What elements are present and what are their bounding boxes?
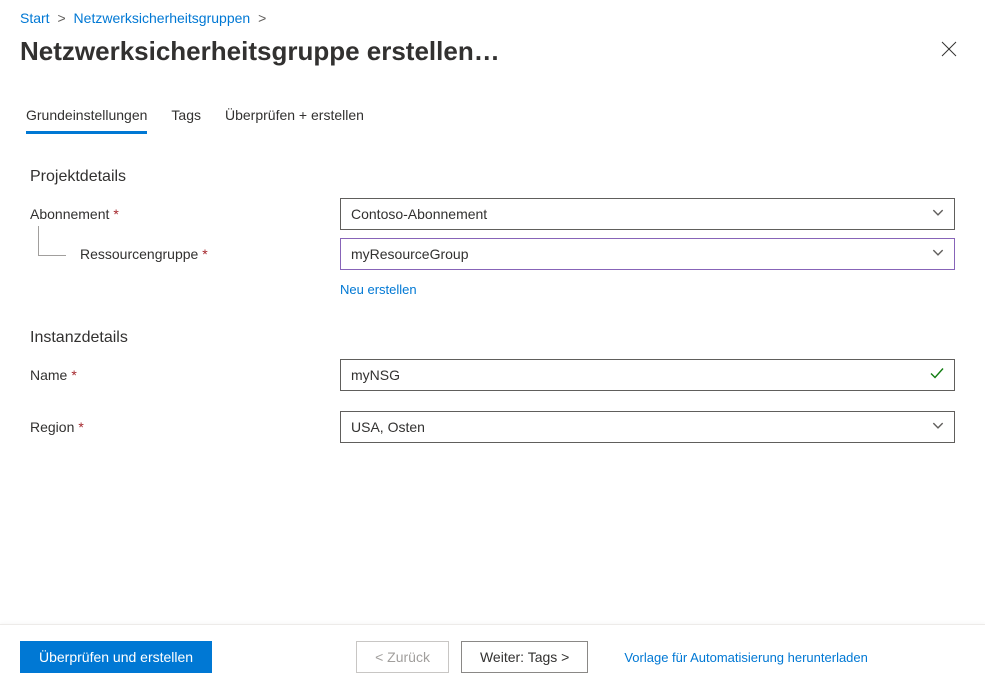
resource-group-select[interactable]: myResourceGroup: [340, 238, 955, 270]
tabs: Grundeinstellungen Tags Überprüfen + ers…: [0, 87, 985, 134]
breadcrumb-nsg[interactable]: Netzwerksicherheitsgruppen: [74, 10, 251, 26]
breadcrumb-sep: >: [258, 10, 266, 26]
required-marker: *: [113, 206, 118, 222]
section-project-title: Projektdetails: [30, 168, 955, 186]
back-button[interactable]: < Zurück: [356, 641, 449, 673]
download-template-link[interactable]: Vorlage für Automatisierung herunterlade…: [624, 650, 868, 665]
page-title: Netzwerksicherheitsgruppe erstellen…: [20, 36, 500, 67]
name-input[interactable]: [340, 359, 955, 391]
review-create-button[interactable]: Überprüfen und erstellen: [20, 641, 212, 673]
section-instance-title: Instanzdetails: [30, 329, 955, 347]
breadcrumb-sep: >: [57, 10, 65, 26]
footer: Überprüfen und erstellen < Zurück Weiter…: [0, 624, 985, 689]
label-region: Region *: [30, 419, 340, 435]
breadcrumb-start[interactable]: Start: [20, 10, 50, 26]
label-subscription: Abonnement *: [30, 206, 340, 222]
close-icon: [941, 41, 957, 57]
close-button[interactable]: [933, 36, 965, 67]
subscription-select[interactable]: Contoso-Abonnement: [340, 198, 955, 230]
tab-tags[interactable]: Tags: [171, 107, 201, 134]
checkmark-icon: [929, 366, 945, 385]
label-name: Name *: [30, 367, 340, 383]
tree-connector: [38, 226, 66, 256]
tab-review[interactable]: Überprüfen + erstellen: [225, 107, 364, 134]
tab-basics[interactable]: Grundeinstellungen: [26, 107, 147, 134]
required-marker: *: [71, 367, 76, 383]
required-marker: *: [78, 419, 83, 435]
breadcrumb: Start > Netzwerksicherheitsgruppen >: [0, 0, 985, 26]
region-select[interactable]: USA, Osten: [340, 411, 955, 443]
label-resource-group: Ressourcengruppe *: [30, 246, 340, 262]
next-button[interactable]: Weiter: Tags >: [461, 641, 588, 673]
create-new-rg-link[interactable]: Neu erstellen: [340, 282, 417, 297]
required-marker: *: [202, 246, 207, 262]
